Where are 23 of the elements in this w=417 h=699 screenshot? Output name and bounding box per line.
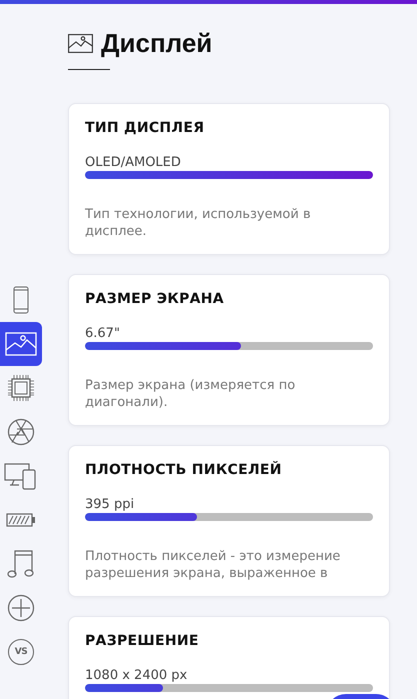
music-note-icon [7,549,35,579]
spec-description: Тип технологии, используемой в дисплее. [85,206,312,240]
plus-icon [7,594,35,622]
spec-title: РАЗРЕШЕНИЕ [85,633,200,649]
spec-value: 1080 x 2400 px [85,668,188,684]
spec-title: ТИП ДИСПЛЕЯ [85,120,206,136]
picture-icon [5,332,37,356]
page-title: Дисплей [68,28,390,59]
chip-icon [7,374,35,402]
spec-value: 6.67" [85,326,121,342]
spec-title: ПЛОТНОСТЬ ПИКСЕЛЕЙ [85,462,283,478]
aperture-icon [7,418,35,446]
spec-title: РАЗМЕР ЭКРАНА [85,291,225,307]
monitor-phone-icon [4,462,38,490]
phone-icon [13,286,29,314]
sidebar-tab[interactable] [0,322,42,366]
picture-icon [68,34,93,53]
spec-value: 395 ppi [85,497,136,513]
spec-description: Размер экрана (измеряется по диагонали). [85,377,296,411]
sidebar-tab[interactable]: VS [0,630,42,674]
spec-value: OLED/AMOLED [85,155,182,171]
battery-icon [6,513,36,527]
spec-description: Плотность пикселей - это измерение разрешения экрана, выраженное в [85,548,342,582]
